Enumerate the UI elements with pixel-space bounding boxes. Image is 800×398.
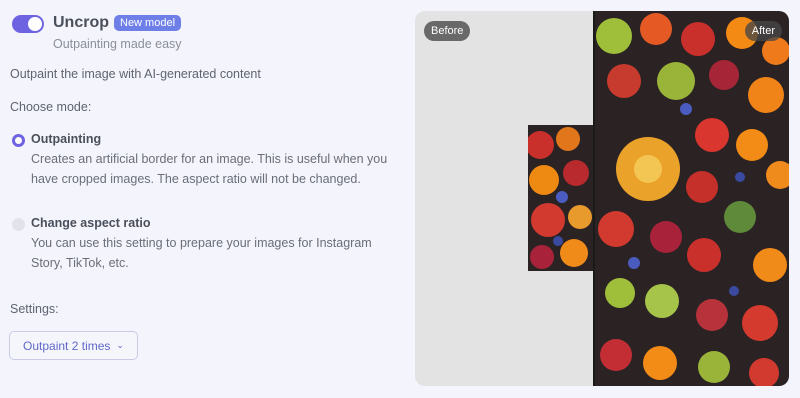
mode-option-outpainting[interactable]: Outpainting Creates an artificial border… <box>10 132 395 207</box>
mode-option-title: Change aspect ratio <box>31 216 151 230</box>
toggle-knob <box>28 17 42 31</box>
before-after-comparison[interactable]: Before After <box>415 11 789 386</box>
after-label: After <box>744 21 782 41</box>
mode-option-description: You can use this setting to prepare your… <box>31 236 372 270</box>
radio-selected-icon[interactable] <box>12 134 25 147</box>
mode-option-description: Creates an artificial border for an imag… <box>31 152 388 186</box>
page-title: Uncrop <box>53 14 109 31</box>
page-subtitle: Outpainting made easy <box>53 37 182 51</box>
uncrop-toggle[interactable] <box>12 15 44 33</box>
fruit-crop-graphic <box>526 127 592 269</box>
after-image <box>594 11 789 386</box>
settings-label: Settings: <box>10 302 59 316</box>
mode-label: Choose mode: <box>10 100 92 114</box>
before-label: Before <box>424 21 471 41</box>
new-model-badge: New model <box>114 15 182 31</box>
before-image <box>526 125 594 271</box>
comparison-slider-handle[interactable] <box>593 11 595 386</box>
mode-option-title: Outpainting <box>31 132 102 146</box>
radio-unselected-icon[interactable] <box>12 218 25 231</box>
mode-option-change-aspect-ratio[interactable]: Change aspect ratio You can use this set… <box>10 216 395 274</box>
chevron-down-icon: ⌄ <box>116 340 124 350</box>
dropdown-value: Outpaint 2 times <box>23 338 111 353</box>
fruit-graphic <box>596 13 789 386</box>
feature-description: Outpaint the image with AI-generated con… <box>10 67 261 81</box>
outpaint-times-dropdown[interactable]: Outpaint 2 times ⌄ <box>9 331 138 360</box>
